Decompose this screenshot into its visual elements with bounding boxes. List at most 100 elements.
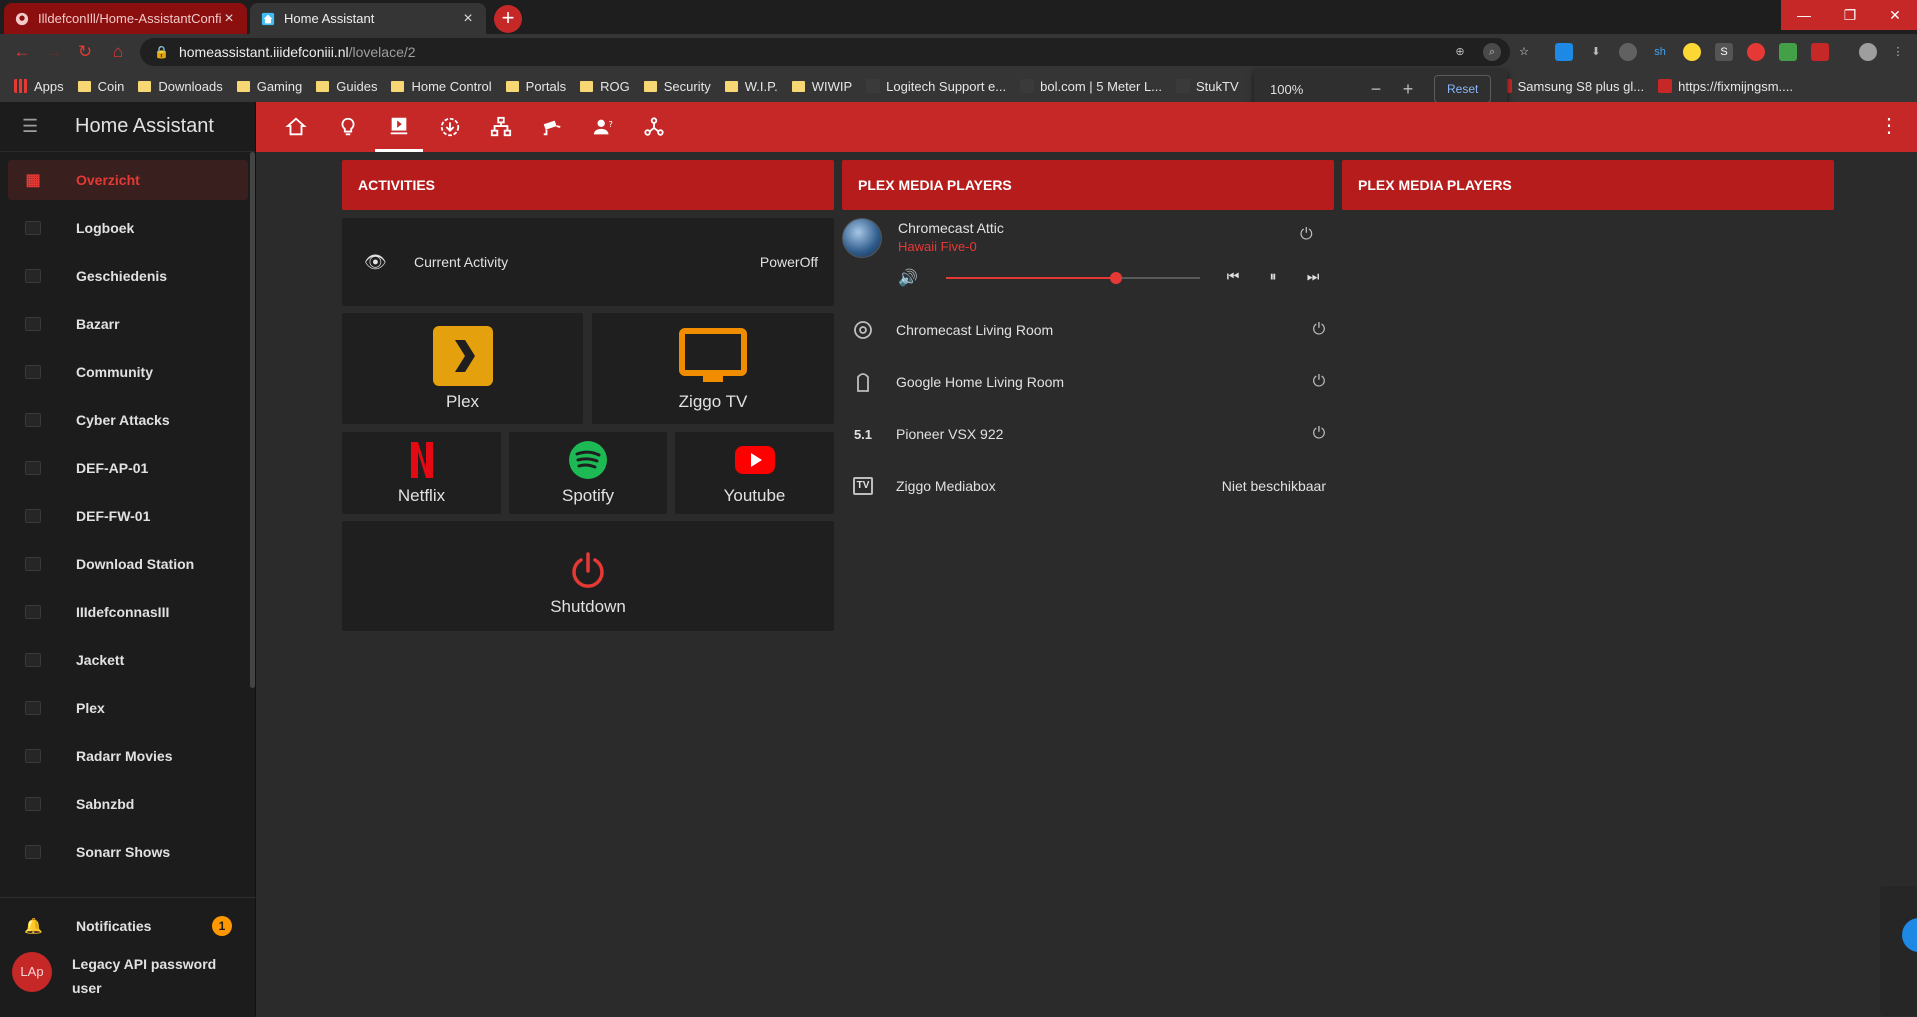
spotify-button[interactable]: Spotify — [509, 432, 667, 514]
bookmark-star-icon[interactable]: ☆ — [1515, 43, 1533, 61]
power-icon[interactable]: ⏻ — [1304, 321, 1334, 339]
user-profile[interactable]: LAp Legacy API password user — [12, 952, 248, 1000]
sidebar-item-cyber-attacks[interactable]: Cyber Attacks — [8, 400, 248, 440]
current-activity-row[interactable]: 👁 Current Activity PowerOff — [342, 218, 834, 306]
media-player-ziggo-mediabox[interactable]: TV Ziggo Mediabox Niet beschikbaar — [842, 466, 1334, 506]
notifications-button[interactable]: 🔔 Notificaties 1 — [8, 908, 248, 944]
bookmark-item[interactable]: Logitech Support e... — [866, 79, 1006, 94]
volume-slider[interactable] — [946, 272, 1200, 284]
tab-people[interactable]: ? — [579, 102, 627, 152]
sidebar-item-sonarr-shows[interactable]: Sonarr Shows — [8, 832, 248, 872]
bookmark-label: WIWIP — [811, 78, 853, 94]
pause-icon[interactable]: ⏸ — [1262, 268, 1284, 285]
browser-tab-home-assistant[interactable]: Home Assistant × — [250, 3, 486, 34]
forward-icon[interactable]: → — [44, 42, 64, 62]
close-tab-icon[interactable]: × — [460, 10, 476, 28]
reload-icon[interactable]: ↻ — [75, 42, 95, 62]
extension-icon[interactable] — [1747, 43, 1765, 61]
browser-menu-icon[interactable]: ⋮ — [1889, 43, 1907, 61]
sidebar-item-plex[interactable]: Plex — [8, 688, 248, 728]
extension-icon[interactable] — [1683, 43, 1701, 61]
zoom-icon[interactable]: ⌕ — [1483, 43, 1501, 61]
bookmark-item[interactable]: Downloads — [138, 79, 223, 94]
bookmark-item[interactable]: Apps — [14, 79, 64, 94]
app-title: Home Assistant — [75, 115, 214, 137]
tab-media[interactable] — [375, 102, 423, 152]
tab-lights[interactable] — [324, 102, 372, 152]
minimize-window-button[interactable]: — — [1781, 0, 1827, 30]
browser-tab-github[interactable]: IlldefconIll/Home-AssistantConfi × — [4, 3, 247, 34]
sidebar-scrollbar[interactable] — [250, 152, 255, 688]
bookmark-item[interactable]: Home Control — [391, 78, 492, 94]
sidebar-item-community[interactable]: Community — [8, 352, 248, 392]
extension-icon[interactable] — [1555, 43, 1573, 61]
add-icon[interactable]: ⊕ — [1451, 43, 1469, 61]
close-window-button[interactable]: ✕ — [1873, 0, 1917, 30]
bookmark-item[interactable]: bol.com | 5 Meter L... — [1020, 79, 1162, 94]
ziggo-tv-button[interactable]: Ziggo TV — [592, 313, 834, 424]
new-tab-button[interactable]: + — [494, 5, 522, 33]
sidebar-item-iiidefconnasiii[interactable]: IIIdefconnasIII — [8, 592, 248, 632]
home-icon[interactable]: ⌂ — [108, 42, 128, 62]
zoom-in-button[interactable]: + — [1392, 79, 1424, 100]
menu-icon[interactable]: ☰ — [22, 116, 42, 137]
media-player-pioneer[interactable]: 5.1 Pioneer VSX 922 ⏻ — [842, 414, 1334, 454]
bookmark-item[interactable]: Samsung S8 plus gl... — [1497, 79, 1644, 94]
bookmark-item[interactable]: StukTV — [1176, 79, 1239, 94]
sidebar-item-geschiedenis[interactable]: Geschiedenis — [8, 256, 248, 296]
sidebar-item-radarr-movies[interactable]: Radarr Movies — [8, 736, 248, 776]
bookmark-item[interactable]: ROG — [580, 79, 630, 94]
close-tab-icon[interactable]: × — [221, 10, 237, 28]
restore-window-button[interactable]: ❐ — [1827, 0, 1873, 30]
address-bar[interactable]: 🔒 homeassistant.iiidefconiii.nl/lovelace… — [140, 38, 1510, 66]
sidebar-item-download-station[interactable]: Download Station — [8, 544, 248, 584]
zoom-reset-button[interactable]: Reset — [1434, 75, 1492, 103]
volume-icon[interactable]: 🔊 — [898, 268, 918, 288]
tab-cameras[interactable] — [528, 102, 576, 152]
extension-icon[interactable]: S — [1715, 43, 1733, 61]
power-icon[interactable]: ⏻ — [1304, 373, 1334, 391]
tab-molecule[interactable] — [630, 102, 678, 152]
media-player-chromecast-living-room[interactable]: Chromecast Living Room ⏻ — [842, 310, 1334, 350]
download-icon[interactable]: ⬇ — [1587, 43, 1605, 61]
previous-track-icon[interactable]: ⏮ — [1222, 268, 1244, 285]
extension-icon[interactable] — [1619, 43, 1637, 61]
sidebar-item-def-ap-01[interactable]: DEF-AP-01 — [8, 448, 248, 488]
shutdown-button[interactable]: Shutdown — [342, 521, 834, 631]
profile-avatar-icon[interactable] — [1859, 43, 1877, 61]
plex-button[interactable]: Plex — [342, 313, 583, 424]
next-track-icon[interactable]: ⏭ — [1302, 268, 1324, 285]
media-player-google-home[interactable]: Google Home Living Room ⏻ — [842, 362, 1334, 402]
power-icon[interactable]: ⏻ — [1304, 425, 1334, 443]
extension-icon[interactable] — [1779, 43, 1797, 61]
bookmark-item[interactable]: W.I.P. — [724, 79, 778, 94]
sidebar-item-overzicht[interactable]: ▦ Overzicht — [8, 160, 248, 200]
tab-network[interactable] — [477, 102, 525, 152]
bookmark-item[interactable]: Coin — [77, 79, 124, 94]
sidebar-item-bazarr[interactable]: Bazarr — [8, 304, 248, 344]
back-icon[interactable]: ← — [12, 42, 32, 62]
extension-icon[interactable] — [1811, 43, 1829, 61]
bookmark-item[interactable]: Gaming — [236, 79, 302, 94]
bookmark-item[interactable]: WIWIP — [791, 78, 853, 94]
sidebar-item-jackett[interactable]: Jackett — [8, 640, 248, 680]
extension-icon[interactable]: sh — [1651, 43, 1669, 61]
bookmark-item[interactable]: Guides — [316, 79, 377, 94]
zoom-out-button[interactable]: − — [1360, 79, 1392, 100]
bookmark-item[interactable]: https://fixmijngsm.... — [1658, 79, 1793, 94]
bookmark-label: Home Control — [411, 78, 492, 94]
youtube-button[interactable]: Youtube — [675, 432, 834, 514]
overflow-menu-icon[interactable]: ⋮ — [1879, 116, 1899, 136]
power-icon[interactable]: ⏻ — [1300, 226, 1313, 244]
tab-downloads[interactable] — [426, 102, 474, 152]
volume-slider-knob[interactable] — [1110, 272, 1123, 284]
sidebar-item-def-fw-01[interactable]: DEF-FW-01 — [8, 496, 248, 536]
bookmark-item[interactable]: Portals — [505, 79, 566, 94]
floating-action-button[interactable] — [1902, 918, 1917, 952]
sidebar-item-sabnzbd[interactable]: Sabnzbd — [8, 784, 248, 824]
youtube-icon — [734, 440, 776, 480]
netflix-button[interactable]: Netflix — [342, 432, 501, 514]
bookmark-item[interactable]: Security — [643, 79, 711, 94]
tab-home[interactable] — [272, 102, 320, 152]
sidebar-item-logboek[interactable]: Logboek — [8, 208, 248, 248]
